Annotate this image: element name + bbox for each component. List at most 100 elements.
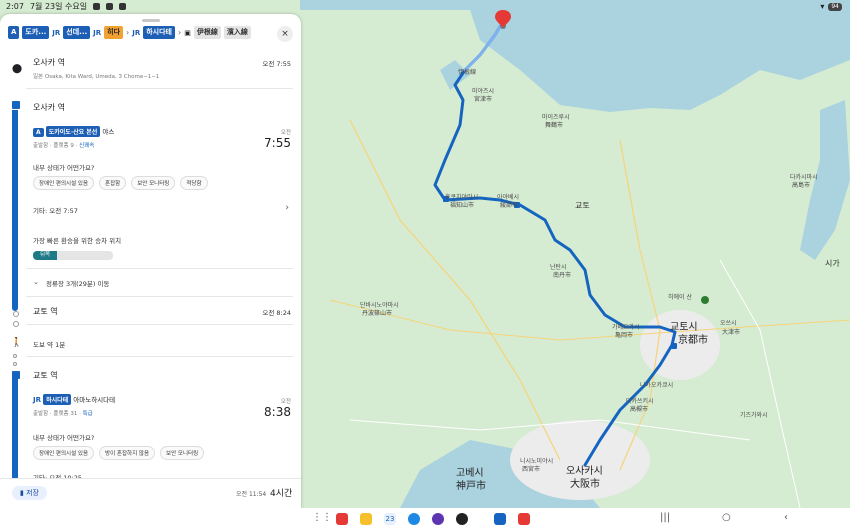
walk-duration: 도보 약 1분 [33,341,66,349]
stop-dot [13,321,19,327]
departure-time: 8:38 [264,405,291,419]
map-label: 나가오카쿄시 [640,382,674,389]
wifi-icon: ▾ [820,2,825,11]
condition-chips[interactable]: 장애인 편의시설 있음 혼잡함 보안 모니터링 적당함 [33,176,208,190]
line-info[interactable]: JR 하시다테 아마노하시다테 [33,394,115,405]
jr-logo-icon: JR [93,28,102,37]
security-chip[interactable]: 보안 모니터링 [131,176,176,190]
departure-station[interactable]: 오사카 역 [33,102,65,113]
temperature-chip[interactable]: 적당함 [180,176,208,190]
map-label: 舞鶴市 [545,122,564,129]
map-label: 高槻市 [630,406,649,413]
other-departures[interactable]: 기타: 오전 7:57 [33,205,78,215]
not-crowded-chip[interactable]: 방이 혼잡하지 않음 [99,446,156,460]
maps-app-icon[interactable] [494,513,506,525]
arrival-time-summary: 오전 11:54 [236,491,267,498]
train-icon [11,100,21,110]
chevron-right-icon[interactable]: › [285,203,289,213]
crowded-chip[interactable]: 혼잡함 [99,176,127,190]
departure-time-label: 오전 [280,399,291,405]
close-button[interactable]: × [277,26,293,42]
divider [26,296,293,297]
map-label: 大津市 [722,329,741,336]
messages-app-icon[interactable] [408,513,420,525]
security-chip[interactable]: 보안 모니터링 [160,446,205,460]
map-label: 京都市 [678,335,708,346]
line-direction: 야스 [102,128,115,136]
notification-count-icon [106,3,114,10]
notification-icon [93,3,101,10]
accessible-chip[interactable]: 장애인 편의시설 있음 [33,446,95,460]
calendar-app-icon[interactable]: 23 [384,513,396,525]
chevron-down-icon[interactable]: ⌄ [33,278,39,286]
departure-time: 7:55 [264,136,291,150]
youtube-app-icon[interactable] [518,513,530,525]
line-name: 하시다테 [43,394,72,405]
platform-info: 출발함 · 플랫폼 31 · 특급 [33,411,93,417]
android-nav-bar: ⋮⋮ 23 ||| ○ ‹ [0,508,850,530]
route-chip: 선데... [63,26,91,39]
map-label: 高島市 [792,182,811,189]
mountain-icon [701,296,709,304]
status-bar: 2:07 7월 23일 수요일 ▾ 94 [0,0,850,13]
line-info[interactable]: A 도카이도·산요 본선 야스 [33,126,114,137]
arrival-time: 오전 8:24 [262,309,291,317]
location-pin-icon: ⬤ [12,64,23,74]
map-label: 大阪市 [570,479,600,490]
transit-a-icon: A [8,26,20,39]
boarding-position-gauge: 뒤쪽 [33,251,113,260]
walk-dot [13,362,17,366]
folder-app-icon[interactable] [360,513,372,525]
origin-address: 일본 Osaka, Kita Ward, Umeda, 3 Chome−1−1 [33,74,160,80]
app-icon[interactable] [432,513,444,525]
divider [26,268,293,269]
condition-question: 내부 상태가 어떤가요? [33,164,95,172]
map-label: 기즈가와시 [740,412,768,419]
route-chip: 히다 [104,26,124,39]
map-label: 교토 [575,201,590,210]
departure-station[interactable]: 교토 역 [33,370,58,381]
map-label: 福知山市 [450,202,475,209]
home-icon[interactable]: ○ [722,512,731,523]
route-summary-chips[interactable]: A 도카... JR 선데... JR 히다 › JR 하시다테 › ▣ 伊根線… [8,26,251,39]
route-chip: 伊根線 [193,26,221,39]
line-a-icon: A [33,128,44,137]
save-button[interactable]: ▮ 저장 [12,486,47,500]
fast-transfer-label: 가장 빠른 환승을 위한 승차 위치 [33,237,122,245]
battery-icon: 94 [828,2,842,11]
divider [26,356,293,357]
condition-chips[interactable]: 장애인 편의시설 있음 방이 혼잡하지 않음 보안 모니터링 [33,446,205,460]
drag-handle[interactable] [142,19,160,22]
line-name: 도카이도·산요 본선 [45,126,101,137]
trip-duration: 4시간 [270,489,293,499]
line-direction: 아마노하시다테 [73,396,116,404]
route-chip: 하시다테 [143,26,175,39]
map-label: 南丹市 [553,272,572,279]
notification-icon [119,3,127,10]
directions-panel[interactable]: A 도카... JR 선데... JR 히다 › JR 하시다테 › ▣ 伊根線… [0,14,301,508]
chevron-right-icon: › [126,28,130,37]
app-icon[interactable] [336,513,348,525]
map-label: 神戸市 [456,481,486,492]
map-label: 丹波篠山市 [362,310,393,317]
map-label: 伊根線 [458,69,477,76]
camera-app-icon[interactable] [456,513,468,525]
accessible-chip[interactable]: 장애인 편의시설 있음 [33,176,95,190]
transit-line-rail [12,106,18,311]
apps-grid-icon[interactable]: ⋮⋮ [312,512,332,523]
panel-footer: ▮ 저장 오전 11:54 4시간 [0,478,301,509]
recents-icon[interactable]: ||| [660,512,670,523]
map-label: 시가 [825,259,840,268]
chevron-right-icon: › [178,28,182,37]
stops-toggle[interactable]: 정류장 3개(29분) 이동 [46,278,109,288]
walk-icon: 🚶 [11,338,23,348]
arrival-station[interactable]: 교토 역 [33,306,58,317]
platform-info: 출발함 · 플랫폼 9 · 신쾌속 [33,143,95,149]
map-label: 히에이 산 [668,294,692,301]
origin-time: 오전 7:55 [262,60,291,68]
map-label: 綾部市 [500,202,519,209]
condition-question: 내부 상태가 어떤가요? [33,434,95,442]
back-icon[interactable]: ‹ [784,512,788,523]
divider [26,324,293,325]
origin-title[interactable]: 오사카 역 [33,57,65,68]
